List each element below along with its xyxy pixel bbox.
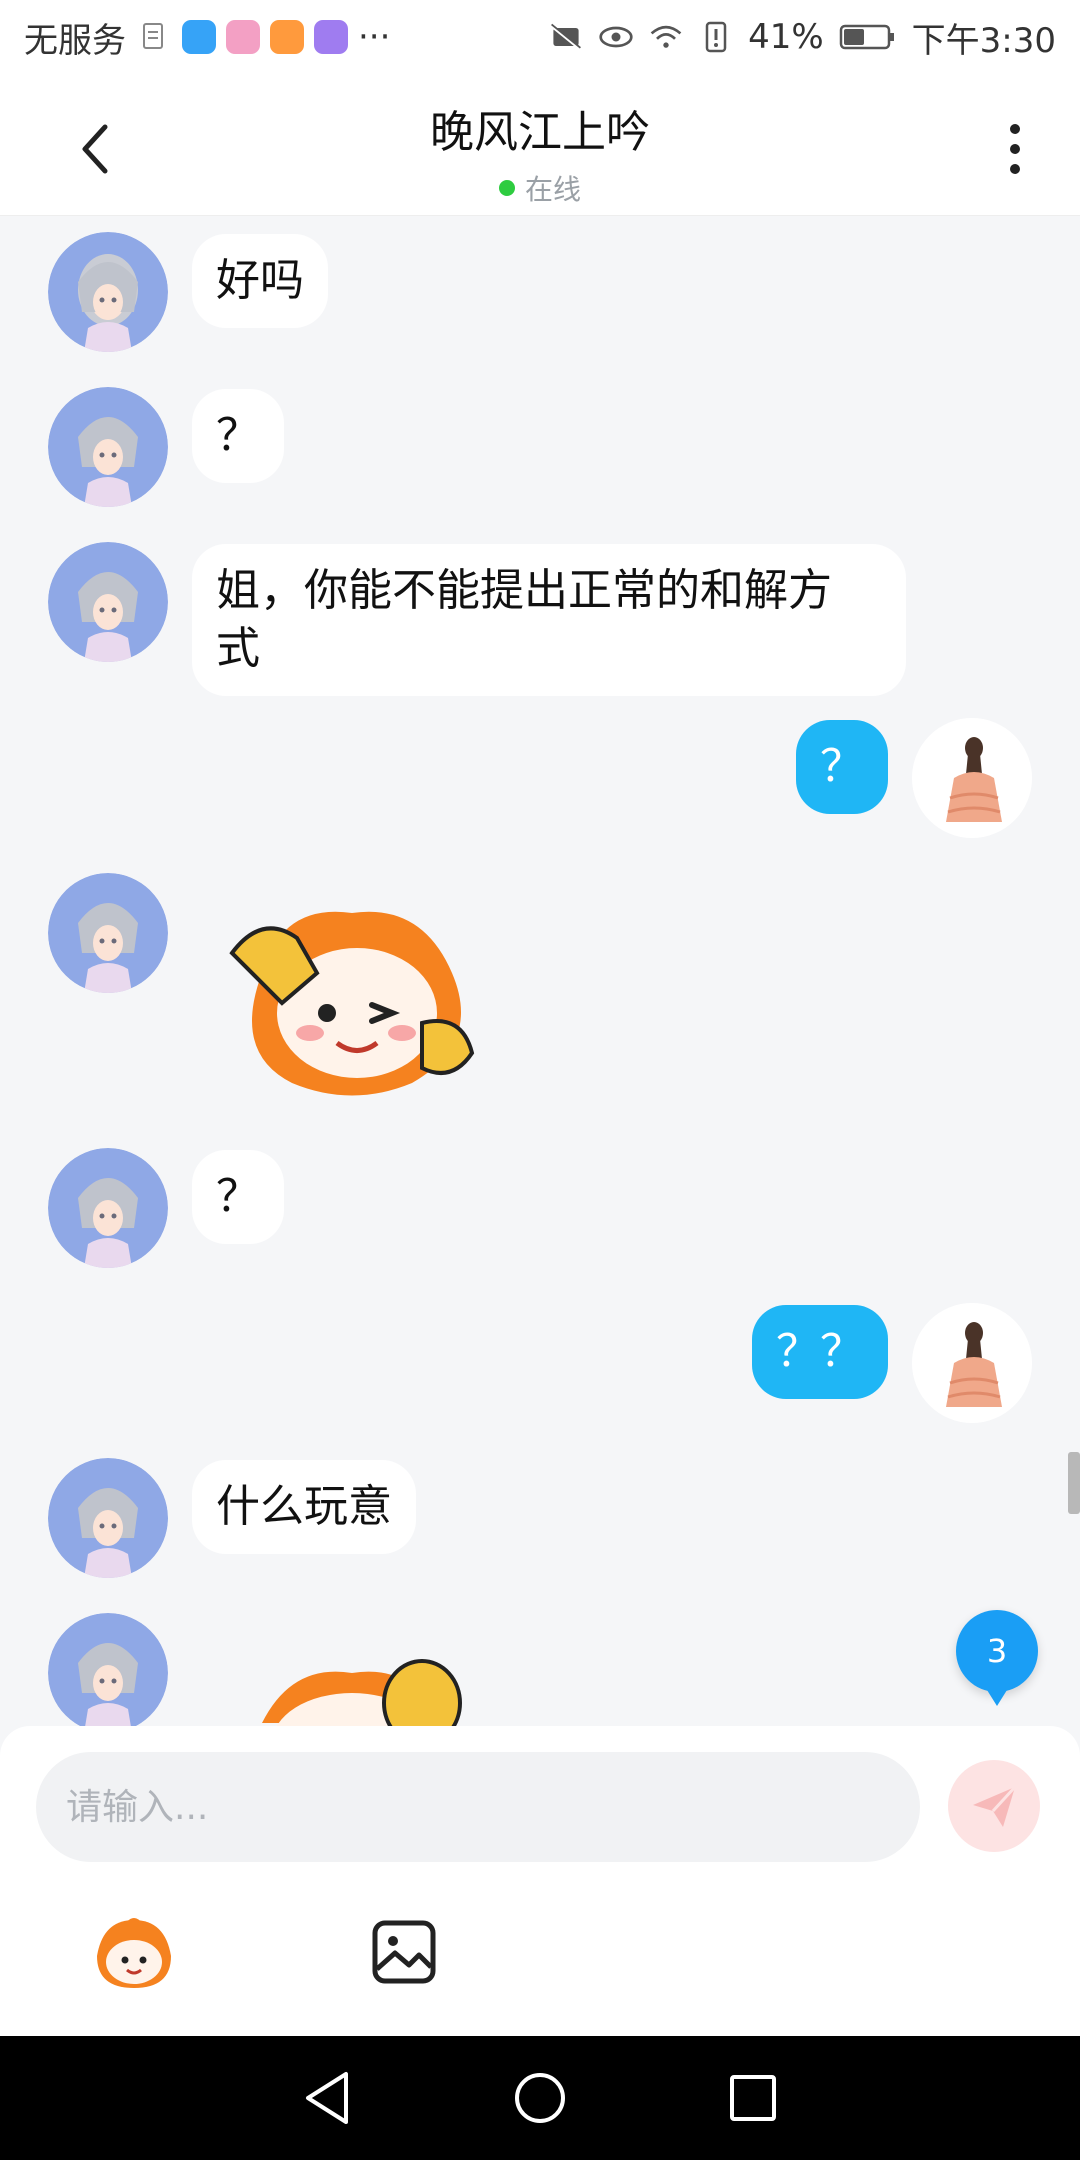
more-options-button[interactable] (990, 114, 1040, 184)
nav-recents-button[interactable] (713, 2058, 793, 2138)
mascot-emoji-icon (97, 1918, 171, 1988)
sticker-message[interactable] (222, 1643, 482, 1726)
message-incoming: ？ (48, 387, 284, 507)
document-icon (136, 19, 172, 55)
send-paper-plane-icon (973, 1785, 1017, 1827)
message-line: 姐，你能不能提出正常的和解方 (216, 565, 832, 616)
image-picker-button[interactable] (354, 1902, 454, 2002)
message-incoming: 姐，你能不能提出正常的和解方 式 (48, 542, 906, 696)
contact-avatar[interactable] (48, 1148, 168, 1268)
contact-avatar[interactable] (48, 1458, 168, 1578)
clock-app-icon (314, 20, 348, 54)
contact-avatar[interactable] (48, 387, 168, 507)
message-bubble[interactable]: ？ (192, 389, 284, 483)
chat-title: 晚风江上吟 (430, 107, 650, 158)
my-avatar[interactable] (912, 1303, 1032, 1423)
message-bubble[interactable]: 好吗 (192, 234, 328, 328)
send-button[interactable] (948, 1760, 1040, 1852)
message-bubble[interactable]: ？？ (752, 1305, 888, 1399)
message-line: 式 (216, 623, 260, 674)
battery-percent: 41% (748, 17, 824, 57)
sim-alert-icon (698, 19, 734, 55)
nav-back-button[interactable] (287, 2058, 367, 2138)
mascot-sticker-icon (262, 1659, 462, 1726)
contact-avatar[interactable] (48, 1613, 168, 1726)
shield-app-icon (182, 20, 216, 54)
mascot-sticker-icon (229, 911, 475, 1096)
sticker-message[interactable] (222, 893, 492, 1107)
message-bubble[interactable]: ？ (796, 720, 888, 814)
message-incoming (48, 873, 492, 1107)
circle-home-icon (514, 2073, 565, 2123)
battery-icon (838, 19, 898, 55)
unread-count-badge[interactable]: 3 (956, 1610, 1038, 1706)
message-outgoing: ？？ (752, 1303, 1032, 1423)
status-overflow: ··· (358, 17, 391, 57)
triangle-back-icon (305, 2072, 348, 2124)
contact-avatar[interactable] (48, 232, 168, 352)
video-app-icon (270, 20, 304, 54)
message-bubble[interactable]: ？ (192, 1150, 284, 1244)
clock-time: 下午3:30 (911, 20, 1056, 61)
message-incoming: ？ (48, 1148, 284, 1268)
message-outgoing: ？ (796, 718, 1032, 838)
scrollbar-thumb[interactable] (1068, 1452, 1080, 1514)
contact-avatar[interactable] (48, 542, 168, 662)
chat-header: 晚风江上吟 在线 (0, 74, 1080, 216)
online-status-label: 在线 (524, 173, 581, 206)
message-bubble[interactable]: 姐，你能不能提出正常的和解方 式 (192, 544, 906, 696)
contact-avatar[interactable] (48, 873, 168, 993)
message-list[interactable]: 好吗 ？ 姐，你能不能提出正常的和解方 式 ？ ？ ？？ 什么玩意 (0, 216, 1080, 1726)
online-dot-icon (498, 180, 515, 196)
nav-home-button[interactable] (500, 2058, 580, 2138)
composer (0, 1726, 1080, 2036)
my-avatar[interactable] (912, 718, 1032, 838)
online-status: 在线 (0, 168, 1080, 208)
more-vertical-icon (1010, 124, 1020, 174)
carrier-label: 无服务 (24, 20, 126, 61)
system-navigation-bar (0, 2036, 1080, 2160)
message-incoming: 什么玩意 (48, 1458, 416, 1578)
eye-comfort-icon (598, 19, 634, 55)
message-incoming (48, 1613, 482, 1726)
message-bubble[interactable]: 什么玩意 (192, 1460, 416, 1554)
no-sim-icon (548, 19, 584, 55)
message-incoming: 好吗 (48, 232, 328, 352)
wifi-icon (648, 19, 684, 55)
emoji-sticker-button[interactable] (84, 1902, 184, 2002)
store-app-icon (226, 20, 260, 54)
image-icon (372, 1920, 436, 1984)
status-bar: 无服务 ··· 41% 下午3:30 (0, 0, 1080, 74)
square-recents-icon (730, 2075, 777, 2121)
message-input[interactable] (36, 1752, 920, 1862)
